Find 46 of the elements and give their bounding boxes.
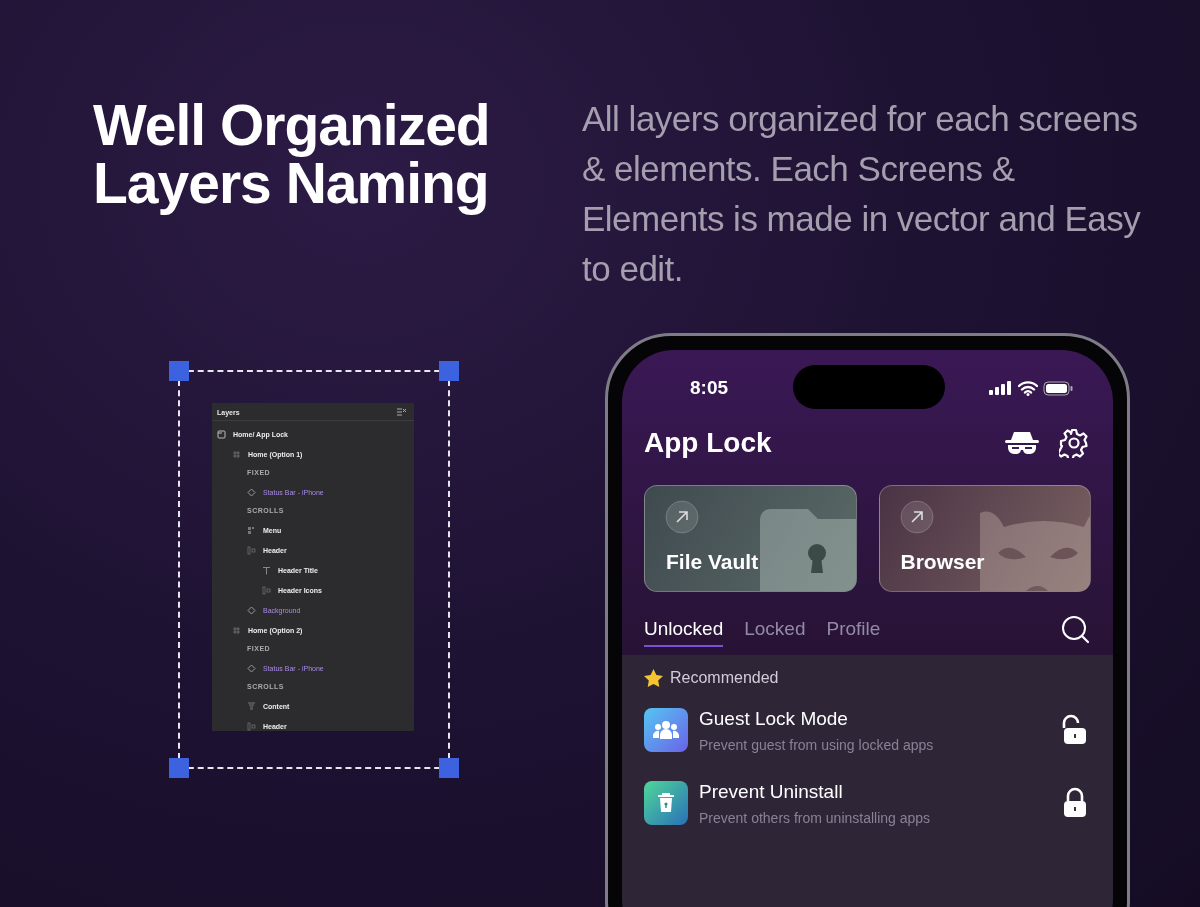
incognito-icon[interactable]: [1005, 431, 1039, 455]
grid-layer-icon: [247, 525, 256, 535]
feature-title: Prevent Uninstall: [699, 780, 844, 803]
wifi-icon: [1018, 380, 1038, 396]
unlocked-padlock-icon[interactable]: [1062, 714, 1088, 746]
selection-handle[interactable]: [169, 361, 189, 381]
status-time: 8:05: [690, 377, 729, 399]
shortcut-card[interactable]: File Vault: [644, 485, 857, 592]
autolayout-layer-icon: [247, 721, 256, 731]
feature-title: Guest Lock Mode: [699, 707, 849, 730]
people-icon: [644, 708, 688, 752]
page-layer-icon: [217, 429, 226, 439]
component-layer-icon: [247, 605, 256, 615]
locked-padlock-icon[interactable]: [1062, 787, 1088, 819]
selection-handle[interactable]: [439, 361, 459, 381]
component-layer-icon: [247, 663, 256, 673]
signal-icon: [989, 381, 1013, 395]
stack-layer-icon: [247, 701, 256, 711]
search-icon[interactable]: [1061, 614, 1091, 645]
section-title: Recommended: [670, 669, 779, 687]
tab[interactable]: Unlocked: [644, 618, 724, 647]
frame-layer-icon: [232, 449, 241, 459]
autolayout-layer-icon: [262, 585, 271, 595]
shortcut-card[interactable]: Browser: [878, 485, 1091, 592]
arrow-circle-icon: [665, 500, 699, 534]
selection-handle[interactable]: [439, 758, 459, 778]
feature-description: Prevent others from uninstalling apps: [699, 809, 932, 826]
autolayout-layer-icon: [247, 545, 256, 555]
battery-icon: [1043, 380, 1073, 396]
selection-handle[interactable]: [169, 758, 189, 778]
arrow-circle-icon: [899, 500, 934, 534]
app-title: App Lock: [644, 427, 772, 459]
text-layer-icon: [262, 565, 271, 575]
folder-keyhole-icon: [759, 509, 856, 591]
tab[interactable]: Locked: [744, 618, 806, 647]
feature-row[interactable]: Guest Lock Mode Prevent guest from using locked apps: [644, 700, 1091, 760]
settings-icon[interactable]: [1059, 428, 1089, 458]
trash-icon: [644, 781, 688, 825]
feature-row[interactable]: Prevent Uninstall Prevent others from uninstalling apps: [644, 773, 1091, 833]
component-layer-icon: [247, 487, 256, 497]
tab[interactable]: Profile: [826, 618, 881, 647]
frame-layer-icon: [232, 625, 241, 635]
star-icon: [644, 669, 663, 687]
feature-description: Prevent guest from using locked apps: [699, 736, 935, 753]
list-icon: [397, 408, 406, 416]
description: All layers organized for each screens & elements. Each Screens & Elements is made in vector and Easy to edit.: [582, 98, 1142, 290]
